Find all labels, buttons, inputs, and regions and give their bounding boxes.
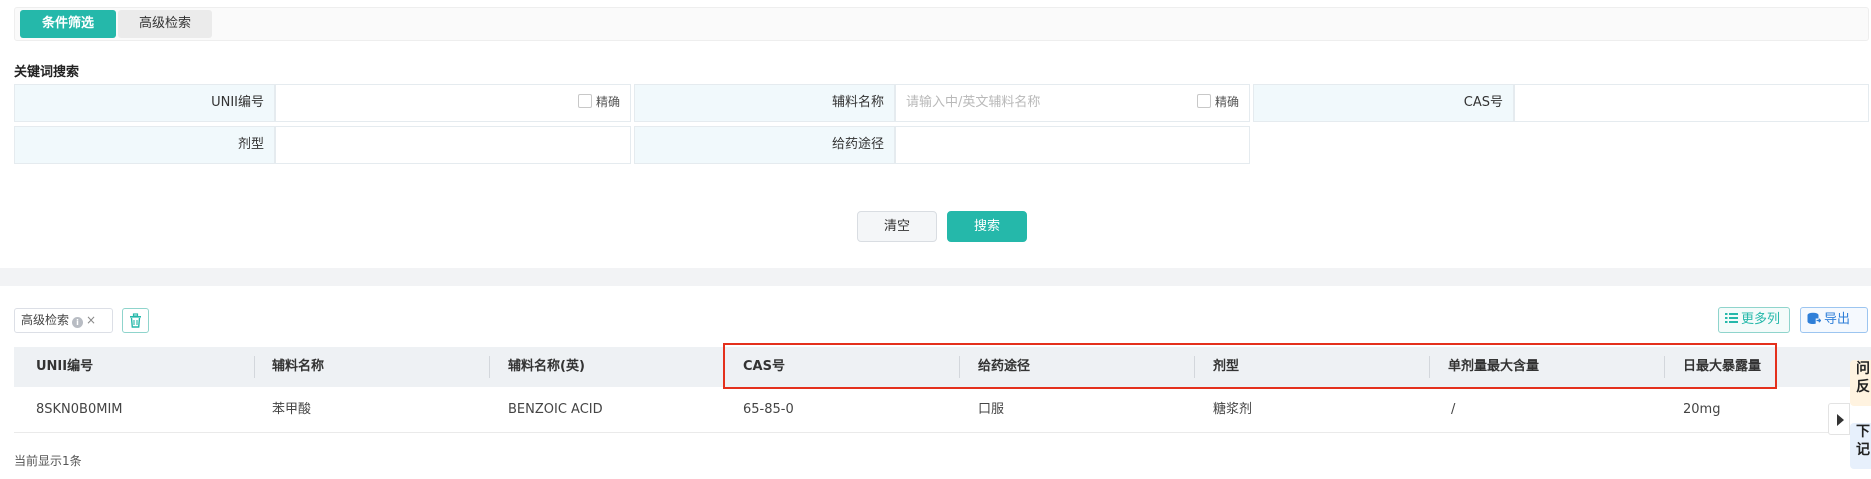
checkbox-icon xyxy=(578,94,592,108)
expand-panel-arrow-icon[interactable] xyxy=(1828,403,1850,435)
more-columns-button[interactable]: 更多列 xyxy=(1718,307,1790,333)
result-count: 当前显示1条 xyxy=(14,454,82,468)
cell-dosage-form: 糖浆剂 xyxy=(1213,402,1253,417)
clear-button[interactable]: 清空 xyxy=(857,211,937,242)
unii-exact-checkbox[interactable]: 精确 xyxy=(578,84,620,122)
excipient-exact-label: 精确 xyxy=(1215,95,1240,109)
column-separator xyxy=(254,356,255,378)
column-separator xyxy=(489,356,490,378)
column-header-excipient-name[interactable]: 辅料名称 xyxy=(272,347,324,387)
tab-condition-filter[interactable]: 条件筛选 xyxy=(20,10,116,38)
info-icon: i xyxy=(72,317,84,328)
export-icon xyxy=(1807,312,1822,324)
checkbox-icon xyxy=(1197,94,1211,108)
dosage-form-label: 剂型 xyxy=(14,126,275,164)
advanced-search-filter-tag[interactable]: 高级检索 i × xyxy=(14,308,113,333)
filter-tag-label: 高级检索 xyxy=(21,313,70,327)
excipient-name-label: 辅料名称 xyxy=(634,84,895,122)
cas-label: CAS号 xyxy=(1253,84,1514,122)
cell-cas: 65-85-0 xyxy=(743,402,794,417)
delete-filters-button[interactable] xyxy=(122,308,149,333)
cell-excipient-name-en: BENZOIC ACID xyxy=(508,402,603,417)
highlight-box xyxy=(723,343,1777,389)
excipient-exact-checkbox[interactable]: 精确 xyxy=(1197,84,1239,122)
trash-icon xyxy=(130,313,141,328)
cell-route: 口服 xyxy=(978,402,1005,417)
keyword-search-title: 关键词搜索 xyxy=(14,65,80,80)
dosage-form-input[interactable] xyxy=(275,126,631,164)
cell-unii[interactable]: 8SKN0B0MIM xyxy=(36,395,123,425)
download-side-card[interactable]: 下记 xyxy=(1850,423,1871,469)
column-header-excipient-name-en[interactable]: 辅料名称(英) xyxy=(508,347,585,387)
cas-input[interactable] xyxy=(1514,84,1869,122)
column-header-unii[interactable]: UNII编号 xyxy=(36,347,93,387)
feedback-side-card[interactable]: 问反 xyxy=(1850,360,1871,406)
row-divider xyxy=(14,432,1844,433)
export-button[interactable]: 导出 xyxy=(1800,307,1868,333)
list-icon xyxy=(1725,313,1738,323)
cell-max-daily-exposure: 20mg xyxy=(1683,402,1721,417)
unii-exact-label: 精确 xyxy=(596,95,621,109)
export-label: 导出 xyxy=(1824,312,1851,327)
tab-advanced-search[interactable]: 高级检索 xyxy=(118,10,212,38)
route-input[interactable] xyxy=(895,126,1250,164)
route-label: 给药途径 xyxy=(634,126,895,164)
unii-label: UNII编号 xyxy=(14,84,275,122)
search-button[interactable]: 搜索 xyxy=(947,211,1027,242)
filter-tab-strip xyxy=(14,7,1869,41)
close-icon[interactable]: × xyxy=(86,313,96,327)
more-columns-label: 更多列 xyxy=(1741,312,1781,327)
cell-excipient-name: 苯甲酸 xyxy=(272,402,312,417)
cell-max-unit-dose: / xyxy=(1451,402,1456,417)
section-divider xyxy=(0,268,1871,286)
